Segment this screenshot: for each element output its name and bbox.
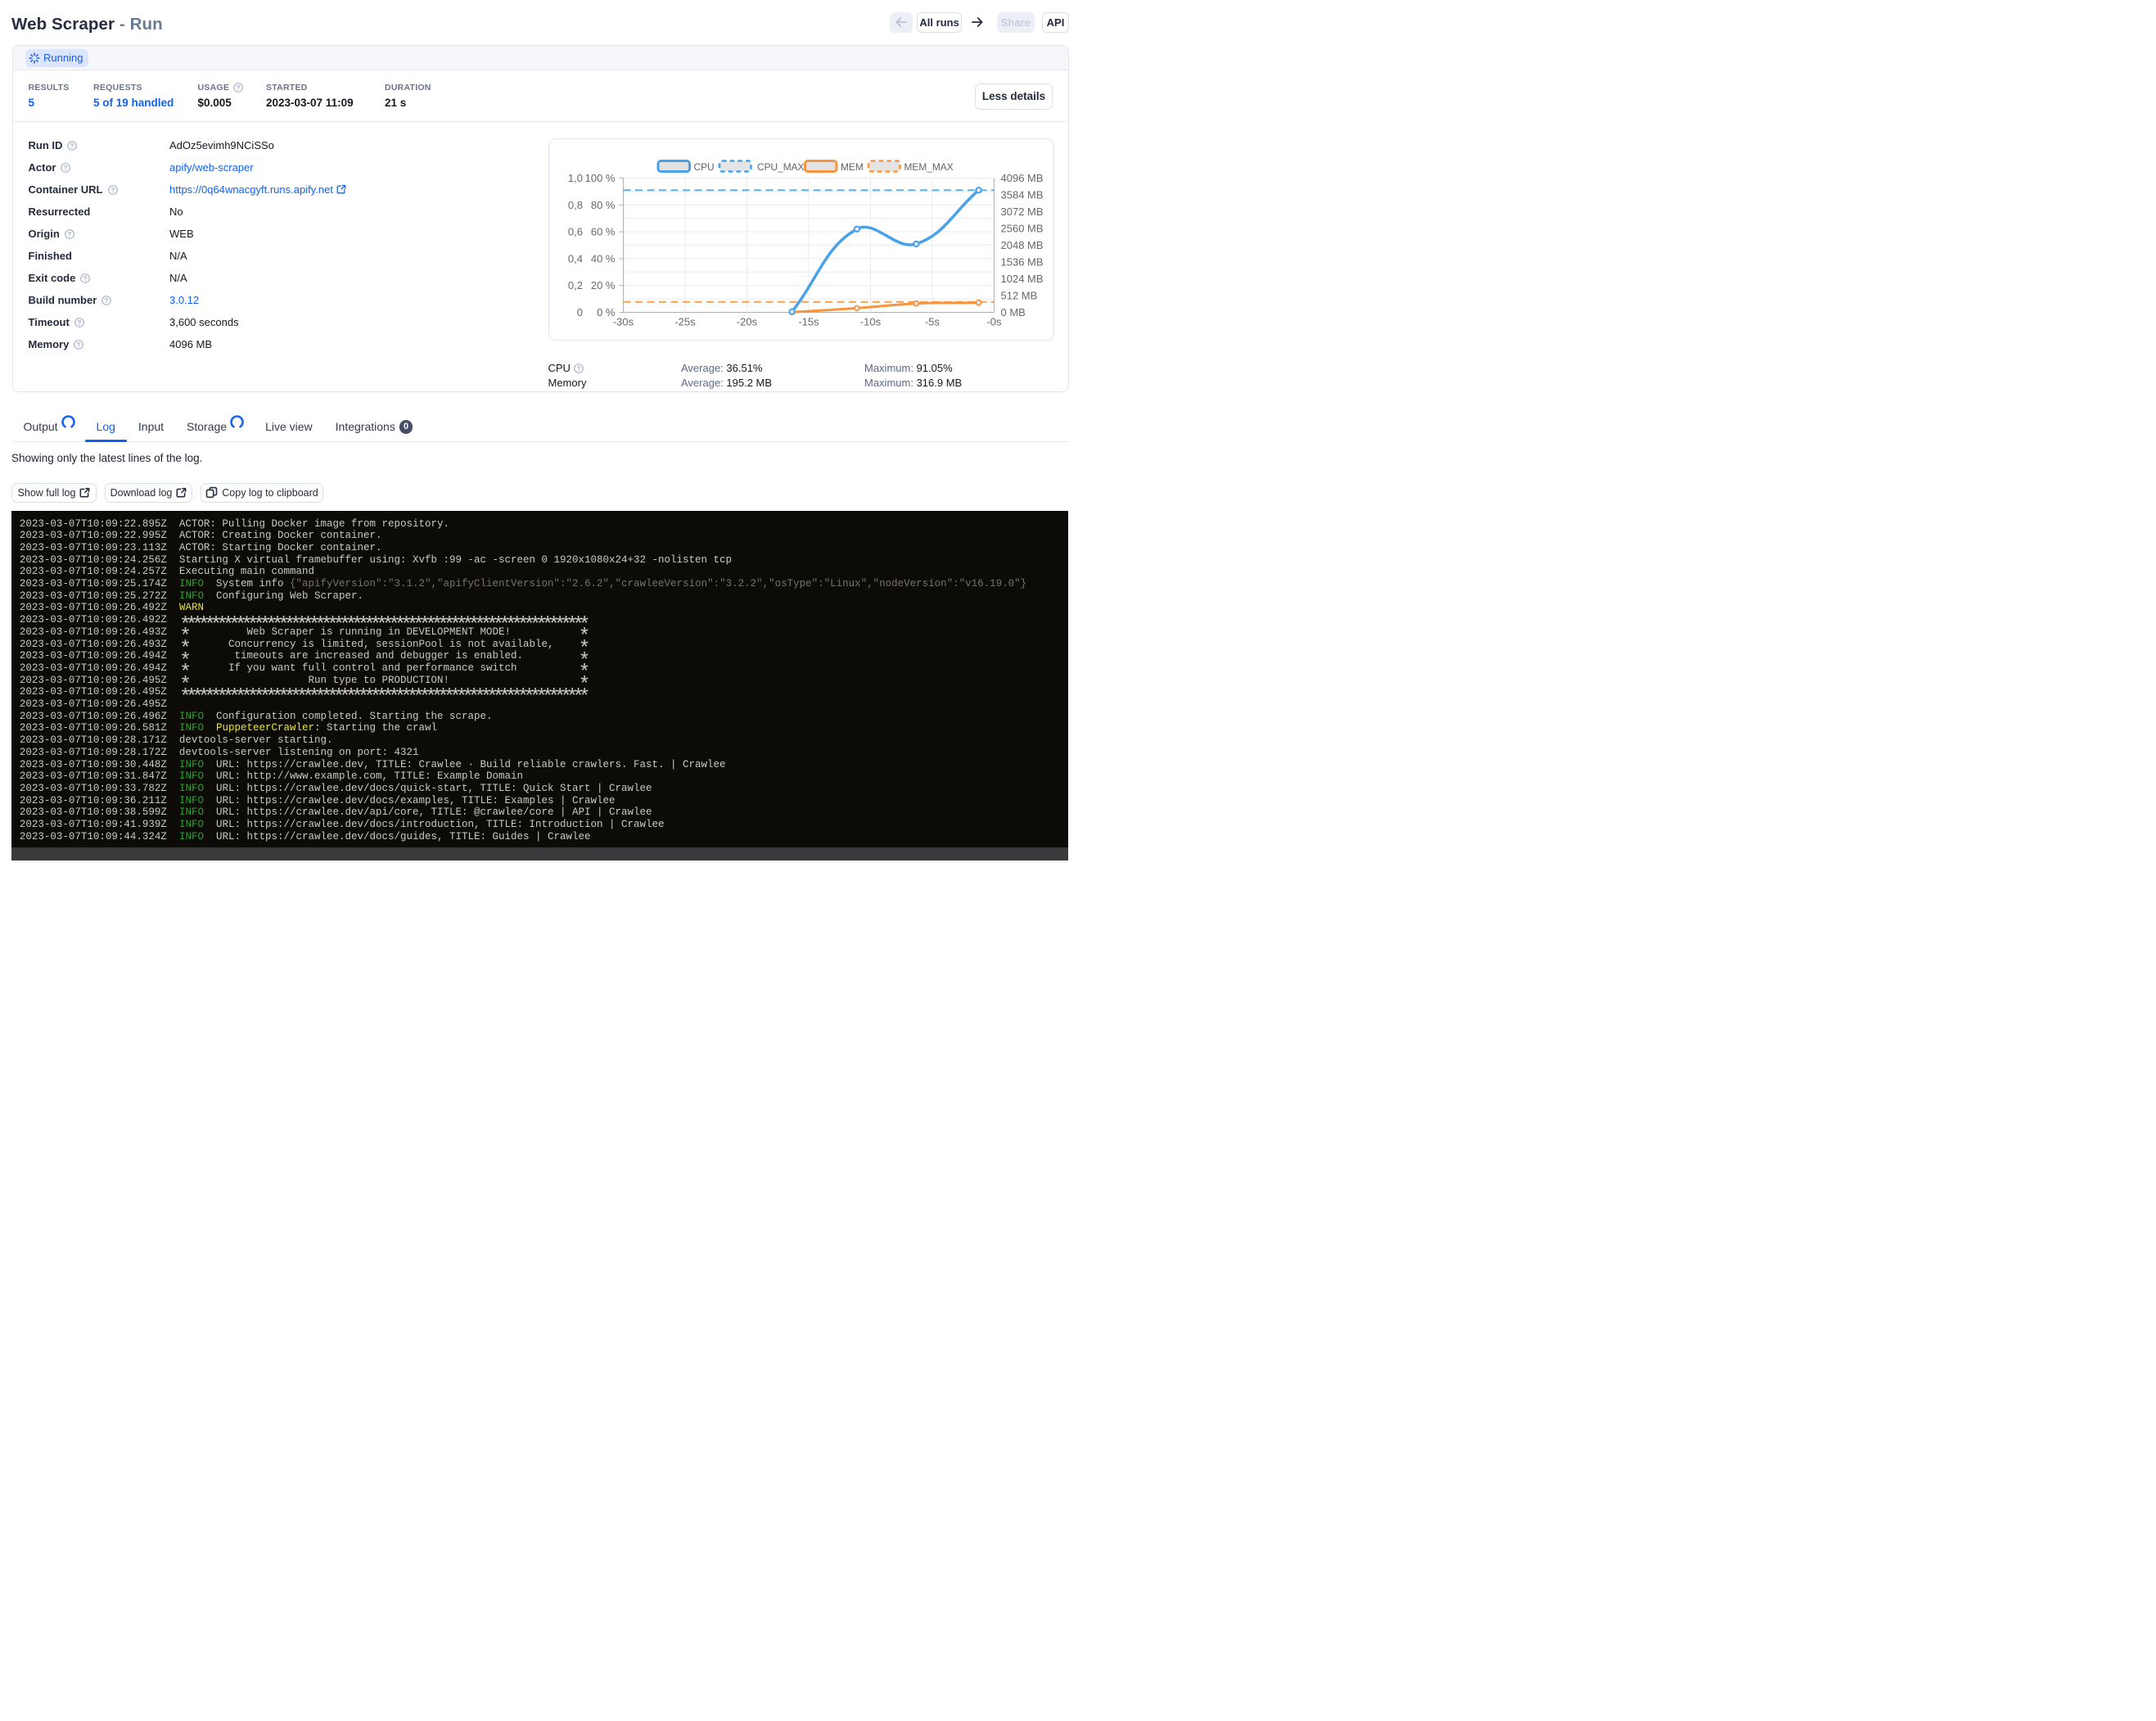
svg-text:2048 MB: 2048 MB bbox=[1000, 239, 1043, 251]
svg-text:-15s: -15s bbox=[798, 315, 819, 327]
svg-text:-10s: -10s bbox=[859, 315, 881, 327]
svg-text:3584 MB: 3584 MB bbox=[1000, 188, 1043, 201]
svg-text:80 %: 80 % bbox=[590, 198, 615, 210]
svg-text:60 %: 60 % bbox=[590, 225, 615, 237]
svg-text:0,6: 0,6 bbox=[567, 225, 582, 237]
svg-text:4096 MB: 4096 MB bbox=[1000, 172, 1043, 184]
svg-text:1,0: 1,0 bbox=[567, 172, 582, 184]
svg-text:-0s: -0s bbox=[986, 315, 1002, 327]
svg-text:0,8: 0,8 bbox=[567, 198, 582, 210]
svg-text:-25s: -25s bbox=[674, 315, 696, 327]
svg-text:1536 MB: 1536 MB bbox=[1000, 255, 1043, 268]
svg-text:3072 MB: 3072 MB bbox=[1000, 206, 1043, 218]
svg-text:0,4: 0,4 bbox=[567, 252, 582, 264]
svg-text:MEM_MAX: MEM_MAX bbox=[904, 160, 953, 172]
svg-text:40 %: 40 % bbox=[590, 252, 615, 264]
svg-text:0,2: 0,2 bbox=[567, 279, 582, 291]
svg-text:-5s: -5s bbox=[924, 315, 940, 327]
svg-text:1024 MB: 1024 MB bbox=[1000, 273, 1043, 285]
svg-text:20 %: 20 % bbox=[590, 279, 615, 291]
svg-text:CPU: CPU bbox=[693, 160, 714, 172]
svg-text:0: 0 bbox=[576, 306, 582, 318]
svg-text:2560 MB: 2560 MB bbox=[1000, 222, 1043, 234]
svg-text:0 MB: 0 MB bbox=[1000, 306, 1025, 318]
svg-text:-30s: -30s bbox=[612, 315, 634, 327]
svg-text:-20s: -20s bbox=[736, 315, 757, 327]
svg-text:MEM: MEM bbox=[841, 160, 864, 172]
svg-text:100 %: 100 % bbox=[584, 172, 615, 184]
svg-text:512 MB: 512 MB bbox=[1000, 289, 1037, 301]
svg-text:CPU_MAX: CPU_MAX bbox=[757, 160, 805, 172]
